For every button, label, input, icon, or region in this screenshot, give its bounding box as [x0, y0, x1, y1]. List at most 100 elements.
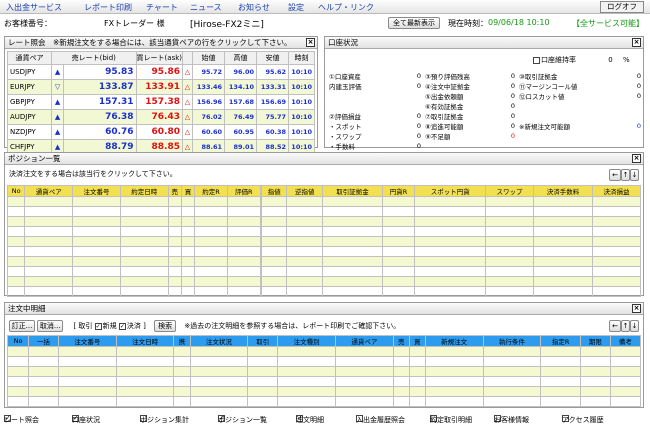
table-cell [322, 236, 383, 247]
rate-arrow: ▲ [50, 124, 65, 140]
table-cell [24, 266, 74, 277]
table-cell [261, 196, 288, 207]
col-header[interactable]: No [6, 335, 30, 347]
checkbox-new[interactable]: ✓ [94, 322, 102, 330]
col-header[interactable]: 通貨ペア [334, 335, 394, 347]
arrow-down-icon[interactable]: ↓ [630, 320, 639, 332]
order-panel-title: 注文中明細 × [5, 303, 643, 315]
checkbox[interactable] [533, 56, 540, 64]
table-row[interactable] [6, 236, 641, 247]
rate-row-nzdjpy[interactable]: NZDJPY ▲ 60.76 60.80 △ 60.60 60.95 60.38 10:10 [7, 124, 315, 140]
account-col2: ③預り評価残高 0 ④注文中証拠金 0 ⑤出金依頼額 0 ⑥有効証拠金 0 ⑦取引証拠金 0 ⑧追進… [423, 71, 517, 141]
col-header[interactable]: 指値 [261, 185, 288, 197]
table-cell [408, 356, 426, 367]
rate-row-gbpjpy[interactable]: GBPJPY ▲ 157.31 157.38 △ 156.96 157.68 156.69 10… [7, 94, 315, 110]
col-header[interactable]: 買 [408, 335, 426, 347]
col-header[interactable]: 取引 [247, 335, 279, 347]
account-label: ・スワップ [329, 133, 362, 141]
table-row[interactable] [6, 276, 641, 287]
col-header[interactable]: 円貨R [381, 185, 416, 197]
menu-news[interactable]: ニュース [190, 2, 222, 13]
table-row[interactable] [6, 266, 641, 277]
col-tri [182, 51, 193, 65]
col-header[interactable]: 注文種別 [277, 335, 336, 347]
table-cell [579, 356, 611, 367]
col-header[interactable]: 買 [180, 185, 196, 197]
table-cell [173, 346, 191, 357]
col-header[interactable]: 注文番号 [72, 185, 121, 197]
col-header[interactable]: 執行条件 [482, 335, 542, 347]
rate-time: 10:10 [288, 109, 315, 125]
checkbox-close[interactable]: ✓ [118, 322, 126, 330]
col-header[interactable]: 決済手数料 [532, 185, 594, 197]
account-value [628, 101, 643, 111]
col-header[interactable]: 注文番号 [57, 335, 117, 347]
col-header[interactable]: 期限 [579, 335, 611, 347]
cancel-order-button[interactable]: 取消... [37, 320, 64, 332]
logoff-button[interactable]: ログオフ [600, 1, 644, 13]
col-header[interactable]: 逆指値 [286, 185, 324, 197]
close-icon[interactable]: × [632, 38, 641, 47]
table-cell [322, 256, 383, 267]
col-header[interactable]: 約定R [194, 185, 228, 197]
col-header[interactable]: 備考 [609, 335, 642, 347]
close-icon[interactable]: × [632, 154, 641, 163]
menu-help[interactable]: ヘルプ・リンク [318, 2, 374, 13]
table-row[interactable] [6, 206, 641, 217]
correct-button[interactable]: 訂正... [9, 320, 35, 332]
table-row[interactable] [6, 386, 642, 397]
col-header[interactable]: 売 [392, 335, 410, 347]
col-header[interactable]: スポット円貨 [414, 185, 487, 197]
search-button[interactable]: 検索 [154, 320, 177, 332]
table-row[interactable] [6, 226, 641, 237]
col-header[interactable]: 一括 [28, 335, 59, 347]
time-label: 現在時刻： [448, 19, 488, 28]
table-row[interactable] [6, 256, 641, 267]
close-icon[interactable]: × [306, 38, 315, 47]
menu-report[interactable]: レポート印刷 [84, 2, 132, 13]
col-header[interactable]: 通貨ペア [24, 185, 74, 197]
col-header[interactable]: 新規注文 [424, 335, 484, 347]
col-header[interactable]: 携 [173, 335, 191, 347]
table-row[interactable] [6, 286, 641, 297]
table-row[interactable] [6, 366, 642, 377]
col-header[interactable]: 決済損益 [592, 185, 641, 197]
menu-settings[interactable]: 設定 [288, 2, 304, 13]
col-header[interactable]: 約定日時 [119, 185, 169, 197]
menu-deposit[interactable]: 入出金サービス [6, 2, 62, 13]
arrow-up-icon[interactable]: ↑ [621, 320, 630, 332]
table-row[interactable] [6, 376, 642, 387]
menu-chart[interactable]: チャート [146, 2, 178, 13]
col-header[interactable]: 評価R [226, 185, 261, 197]
menu-notice[interactable]: お知らせ [238, 2, 270, 13]
refresh-all-button[interactable]: 全て最新表示 [388, 17, 440, 29]
table-cell [72, 196, 121, 207]
table-cell [115, 376, 175, 387]
rate-row-audjpy[interactable]: AUDJPY ▲ 76.38 76.43 △ 76.02 76.49 75.77 10:10 [7, 109, 315, 125]
table-cell [381, 206, 416, 217]
table-row[interactable] [6, 246, 641, 257]
arrow-down-icon[interactable]: ↓ [630, 169, 639, 181]
arrow-left-icon[interactable]: ← [609, 169, 621, 181]
col-header[interactable]: 売 [167, 185, 182, 197]
col-header[interactable]: 指定R [540, 335, 581, 347]
col-header[interactable]: スワップ [485, 185, 534, 197]
account-value [405, 101, 423, 111]
col-header[interactable]: 注文状況 [189, 335, 249, 347]
table-row[interactable] [6, 356, 642, 367]
arrow-left-icon[interactable]: ← [609, 320, 621, 332]
table-row[interactable] [6, 196, 641, 207]
arrow-up-icon[interactable]: ↑ [621, 169, 630, 181]
rate-row-usdjpy[interactable]: USDJPY ▲ 95.83 95.86 △ 95.72 96.00 95.62 10:10 [7, 64, 315, 80]
table-cell [424, 386, 484, 397]
rate-row-eurjpy[interactable]: EURJPY ▽ 133.87 133.91 △ 133.46 134.10 133.31 10… [7, 79, 315, 95]
table-cell [261, 246, 288, 257]
col-header[interactable]: 注文日時 [115, 335, 175, 347]
table-row[interactable] [6, 216, 641, 227]
col-header[interactable]: 取引証拠金 [322, 185, 383, 197]
account-label [327, 91, 405, 101]
col-header[interactable]: No [6, 185, 26, 197]
table-row[interactable] [6, 346, 642, 357]
close-icon[interactable]: × [632, 304, 641, 313]
table-row[interactable] [6, 396, 642, 407]
